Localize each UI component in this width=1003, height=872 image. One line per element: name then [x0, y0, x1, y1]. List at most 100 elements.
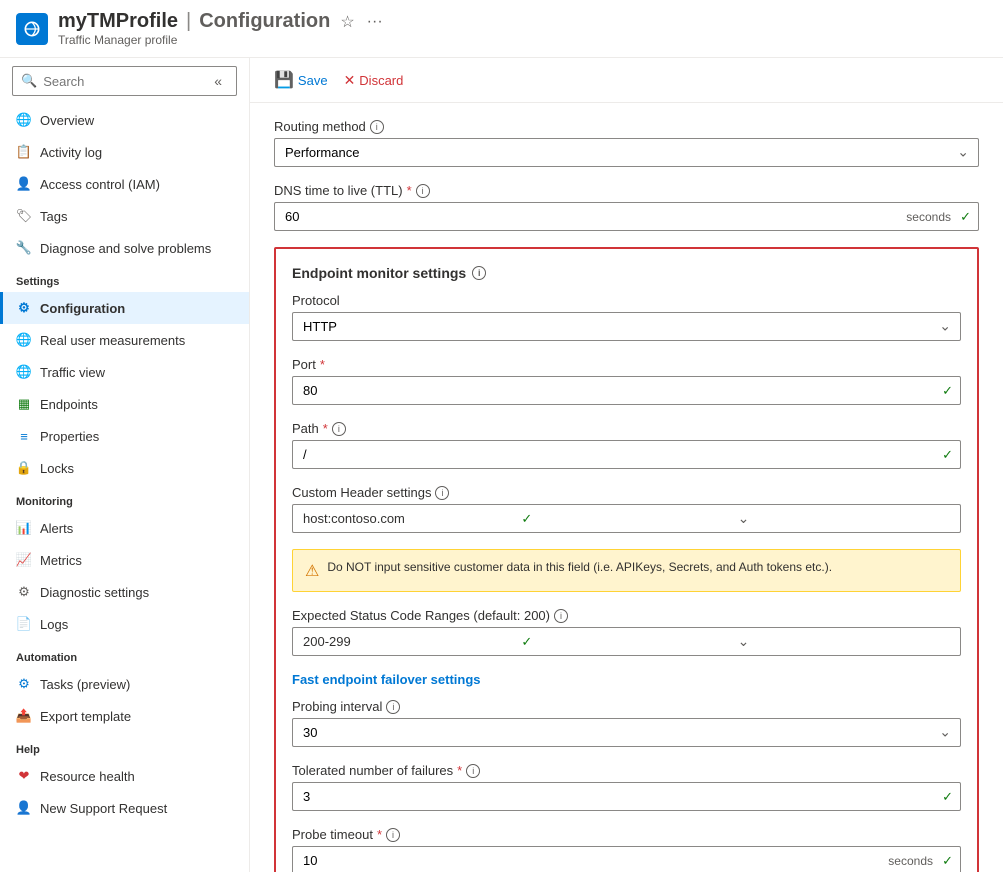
- sidebar-item-label: Traffic view: [40, 365, 105, 380]
- warning-box: ⚠ Do NOT input sensitive customer data i…: [292, 549, 961, 592]
- monitoring-section-header: Monitoring: [0, 484, 249, 512]
- sidebar-item-label: Overview: [40, 113, 94, 128]
- tolerated-failures-group: Tolerated number of failures * i ✓: [292, 763, 961, 811]
- protocol-label: Protocol: [292, 293, 961, 308]
- dns-ttl-wrapper: ✓ seconds: [274, 202, 979, 231]
- probe-timeout-label: Probe timeout * i: [292, 827, 961, 842]
- collapse-button[interactable]: «: [208, 71, 228, 91]
- export-icon: 📤: [16, 708, 32, 724]
- port-group: Port * ✓: [292, 357, 961, 405]
- probe-timeout-required: *: [377, 827, 382, 842]
- sidebar-item-label: Logs: [40, 617, 68, 632]
- traffic-icon: 🌐: [16, 364, 32, 380]
- probing-interval-info-icon[interactable]: i: [386, 700, 400, 714]
- probe-timeout-input[interactable]: [292, 846, 961, 872]
- routing-method-label: Routing method i: [274, 119, 979, 134]
- sidebar-item-new-support[interactable]: 👤 New Support Request: [0, 792, 249, 824]
- probing-interval-group: Probing interval i 30 10: [292, 699, 961, 747]
- dns-ttl-input-wrap: ✓: [274, 202, 979, 231]
- save-button[interactable]: 💾 Save: [274, 66, 328, 94]
- port-check-icon: ✓: [942, 383, 953, 399]
- custom-header-group: Custom Header settings i host:contoso.co…: [292, 485, 961, 533]
- probe-timeout-info-icon[interactable]: i: [386, 828, 400, 842]
- protocol-select[interactable]: HTTP HTTPS TCP: [292, 312, 961, 341]
- path-input[interactable]: [292, 440, 961, 469]
- sidebar-item-activity-log[interactable]: 📋 Activity log: [0, 136, 249, 168]
- sidebar-item-tasks[interactable]: ⚙ Tasks (preview): [0, 668, 249, 700]
- probing-interval-select-wrapper: 30 10: [292, 718, 961, 747]
- sidebar-item-overview[interactable]: 🌐 Overview: [0, 104, 249, 136]
- sidebar-item-tags[interactable]: 🏷 Tags: [0, 200, 249, 232]
- sidebar-item-label: Access control (IAM): [40, 177, 160, 192]
- tag-icon: 🏷: [16, 208, 32, 224]
- sidebar: 🔍 « 🌐 Overview 📋 Activity log 👤 Access c…: [0, 58, 250, 872]
- sidebar-item-label: New Support Request: [40, 801, 167, 816]
- sidebar-item-properties[interactable]: ≡ Properties: [0, 420, 249, 452]
- discard-button[interactable]: ✕ Discard: [344, 68, 404, 93]
- sidebar-item-export-template[interactable]: 📤 Export template: [0, 700, 249, 732]
- tolerated-failures-info-icon[interactable]: i: [466, 764, 480, 778]
- sidebar-item-iam[interactable]: 👤 Access control (IAM): [0, 168, 249, 200]
- discard-label: Discard: [359, 73, 403, 88]
- custom-header-info-icon[interactable]: i: [435, 486, 449, 500]
- real-user-icon: 🌐: [16, 332, 32, 348]
- favorite-icon[interactable]: ☆: [340, 12, 354, 32]
- search-box[interactable]: 🔍 «: [12, 66, 237, 96]
- search-icon: 🔍: [21, 73, 37, 89]
- tasks-icon: ⚙: [16, 676, 32, 692]
- main-content: 💾 Save ✕ Discard Routing method i Perfor…: [250, 58, 1003, 872]
- probing-interval-select[interactable]: 30 10: [292, 718, 961, 747]
- title-separator: |: [186, 10, 191, 33]
- header: myTMProfile | Configuration ☆ ··· Traffi…: [0, 0, 1003, 58]
- more-options-icon[interactable]: ···: [367, 13, 383, 31]
- status-code-chevron-icon: ⌄: [738, 633, 950, 650]
- iam-icon: 👤: [16, 176, 32, 192]
- status-code-value: 200-299: [303, 634, 515, 649]
- custom-header-value: host:contoso.com: [303, 511, 515, 526]
- properties-icon: ≡: [16, 428, 32, 444]
- sidebar-item-label: Diagnostic settings: [40, 585, 149, 600]
- sidebar-item-logs[interactable]: 📄 Logs: [0, 608, 249, 640]
- routing-method-info-icon[interactable]: i: [370, 120, 384, 134]
- search-input[interactable]: [43, 74, 202, 89]
- wrench-icon: 🔧: [16, 240, 32, 256]
- routing-method-select[interactable]: Performance Priority Weighted Geographic: [274, 138, 979, 167]
- sidebar-item-label: Tags: [40, 209, 67, 224]
- warning-text: Do NOT input sensitive customer data in …: [327, 560, 832, 574]
- dns-ttl-input[interactable]: [274, 202, 979, 231]
- endpoint-monitor-title: Endpoint monitor settings i: [292, 265, 961, 281]
- status-code-check-icon: ✓: [521, 634, 733, 650]
- probing-interval-label: Probing interval i: [292, 699, 961, 714]
- status-code-info-icon[interactable]: i: [554, 609, 568, 623]
- sidebar-item-real-user[interactable]: 🌐 Real user measurements: [0, 324, 249, 356]
- tolerated-failures-label: Tolerated number of failures * i: [292, 763, 961, 778]
- dns-ttl-info-icon[interactable]: i: [416, 184, 430, 198]
- save-icon: 💾: [274, 70, 294, 90]
- toolbar: 💾 Save ✕ Discard: [250, 58, 1003, 103]
- sidebar-item-alerts[interactable]: 📊 Alerts: [0, 512, 249, 544]
- endpoint-monitor-info-icon[interactable]: i: [472, 266, 486, 280]
- status-code-group: Expected Status Code Ranges (default: 20…: [292, 608, 961, 656]
- sidebar-item-label: Metrics: [40, 553, 82, 568]
- sidebar-item-diagnostic-settings[interactable]: ⚙ Diagnostic settings: [0, 576, 249, 608]
- tolerated-failures-input[interactable]: [292, 782, 961, 811]
- fast-failover-section: Fast endpoint failover settings Probing …: [292, 672, 961, 872]
- fast-failover-title: Fast endpoint failover settings: [292, 672, 961, 687]
- save-label: Save: [298, 73, 328, 88]
- app-icon: [16, 13, 48, 45]
- custom-header-chevron-icon: ⌄: [738, 510, 950, 527]
- sidebar-item-endpoints[interactable]: ▦ Endpoints: [0, 388, 249, 420]
- sidebar-item-locks[interactable]: 🔒 Locks: [0, 452, 249, 484]
- sidebar-item-diagnose[interactable]: 🔧 Diagnose and solve problems: [0, 232, 249, 264]
- sidebar-item-label: Activity log: [40, 145, 102, 160]
- status-code-select-box[interactable]: 200-299 ✓ ⌄: [292, 627, 961, 656]
- path-info-icon[interactable]: i: [332, 422, 346, 436]
- sidebar-item-traffic-view[interactable]: 🌐 Traffic view: [0, 356, 249, 388]
- custom-header-select-box[interactable]: host:contoso.com ✓ ⌄: [292, 504, 961, 533]
- sidebar-item-resource-health[interactable]: ❤ Resource health: [0, 760, 249, 792]
- sidebar-item-configuration[interactable]: ⚙ Configuration: [0, 292, 249, 324]
- port-input[interactable]: [292, 376, 961, 405]
- sidebar-item-metrics[interactable]: 📈 Metrics: [0, 544, 249, 576]
- sidebar-item-label: Export template: [40, 709, 131, 724]
- sidebar-item-label: Endpoints: [40, 397, 98, 412]
